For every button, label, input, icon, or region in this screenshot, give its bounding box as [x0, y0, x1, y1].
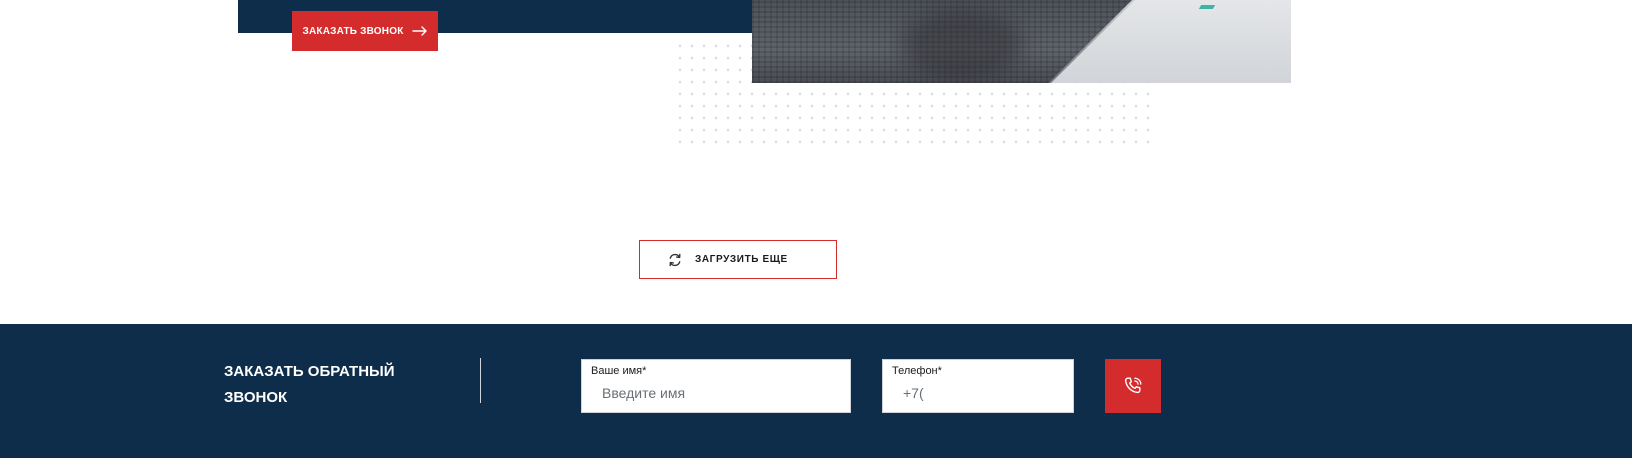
name-input[interactable] — [592, 380, 842, 406]
load-more-button[interactable]: ЗАГРУЗИТЬ ЕЩЕ — [639, 240, 837, 279]
callback-title: ЗАКАЗАТЬ ОБРАТНЫЙ ЗВОНОК — [224, 363, 395, 406]
refresh-icon — [669, 253, 681, 266]
name-field: Ваше имя* — [581, 359, 851, 413]
load-more-label: ЗАГРУЗИТЬ ЕЩЕ — [695, 254, 788, 265]
order-call-button-label: ЗАКАЗАТЬ ЗВОНОК — [302, 25, 404, 37]
arrow-right-icon — [411, 26, 427, 36]
callback-footer: ЗАКАЗАТЬ ОБРАТНЫЙ ЗВОНОК Ваше имя* Телеф… — [0, 324, 1632, 458]
phone-icon — [1124, 377, 1142, 394]
phone-input[interactable] — [893, 380, 1065, 406]
order-call-button[interactable]: ЗАКАЗАТЬ ЗВОНОК — [292, 11, 438, 51]
submit-call-button[interactable] — [1105, 359, 1161, 413]
phone-field: Телефон* — [882, 359, 1074, 413]
product-photo — [752, 0, 1291, 83]
phone-field-label: Телефон* — [892, 365, 942, 377]
name-field-label: Ваше имя* — [591, 365, 647, 377]
divider — [480, 358, 481, 403]
